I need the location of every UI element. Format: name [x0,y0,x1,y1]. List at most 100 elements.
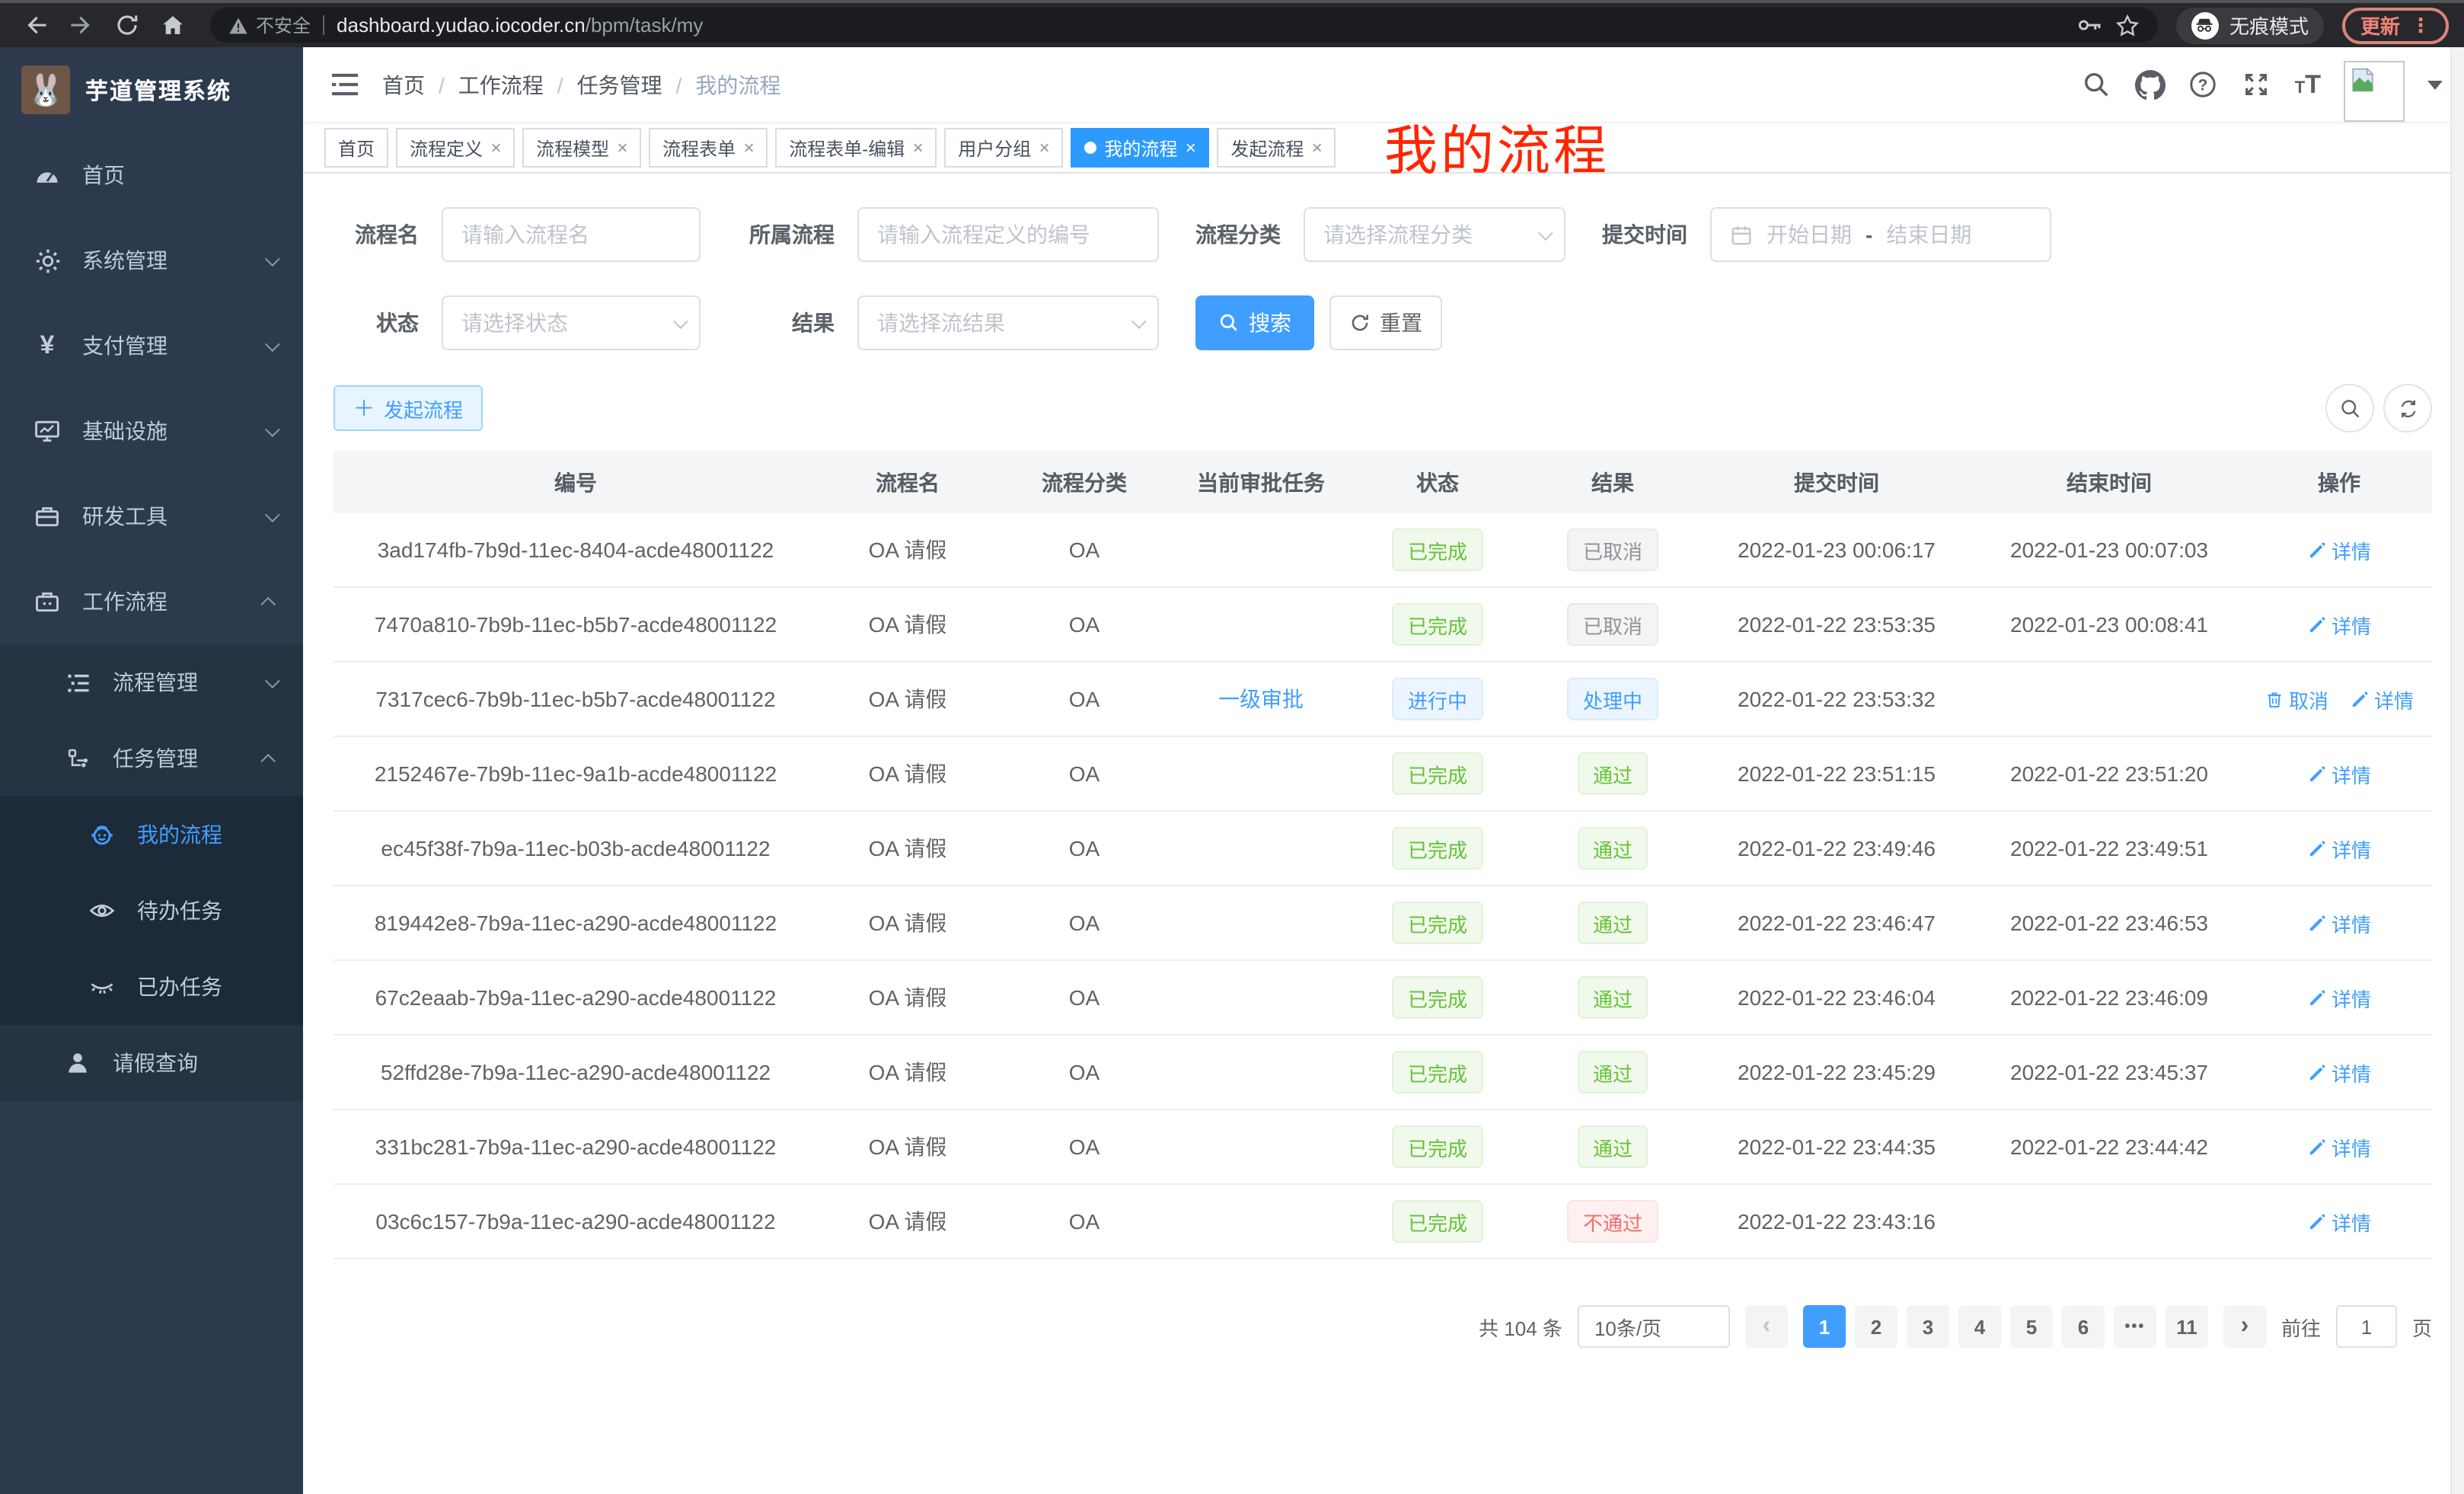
brand-title: 芋道管理系统 [85,74,231,106]
sidebar-item-system[interactable]: 系统管理 [0,218,303,303]
tab[interactable]: 流程表单-编辑× [775,128,937,168]
goto-page-input[interactable] [2336,1305,2397,1348]
page-url[interactable]: dashboard.yudao.iocoder.cn/bpm/task/my [337,14,703,37]
refresh-table-button[interactable] [2383,384,2432,433]
chrome-update-button[interactable]: 更新 ⋮ [2342,7,2449,43]
page-number-button[interactable]: 6 [2062,1305,2105,1348]
breadcrumb-item[interactable]: 任务管理 [577,69,662,100]
browser-reload-icon[interactable] [107,7,146,43]
reset-button[interactable]: 重置 [1329,295,1442,350]
tab-close-icon[interactable]: × [617,139,627,157]
search-button[interactable]: 搜索 [1195,295,1314,350]
page-number-button[interactable]: 2 [1855,1305,1897,1348]
sidebar-collapse-icon[interactable] [324,65,364,104]
tab-close-icon[interactable]: × [743,139,754,157]
detail-link[interactable]: 详情 [2307,983,2371,1012]
browser-forward-icon[interactable] [61,7,101,43]
fullscreen-icon[interactable] [2242,69,2272,100]
detail-link[interactable]: 详情 [2307,908,2371,937]
cell-status: 已完成 [1351,1110,1524,1183]
page-number-button[interactable]: 4 [1958,1305,2001,1348]
browser-back-icon[interactable] [15,7,55,43]
detail-link[interactable]: 详情 [2307,834,2371,863]
page-number-button[interactable]: 1 [1803,1305,1846,1348]
current-task-link[interactable]: 一级审批 [1218,684,1304,714]
bookmark-star-icon[interactable] [2115,13,2140,37]
brand: 🐰 芋道管理系统 [0,47,303,132]
tab[interactable]: 用户分组× [944,128,1063,168]
page-number-button[interactable]: 5 [2010,1305,2053,1348]
sidebar-item-todo[interactable]: 待办任务 [0,873,303,949]
cell-operations: 详情 [2246,886,2432,959]
detail-link-label: 详情 [2332,610,2371,639]
process-definition-input[interactable] [857,207,1159,262]
cell-category: OA [997,1110,1171,1183]
submit-time-range-picker[interactable]: 开始日期 - 结束日期 [1710,207,2051,262]
table-row: 7317cec6-7b9b-11ec-b5b7-acde48001122OA 请… [334,662,2432,737]
show-search-button[interactable] [2325,384,2374,433]
page-scrollbar[interactable] [2450,47,2464,1494]
result-select[interactable]: 请选择流结果 [857,295,1159,350]
screenshot-stage: 不安全 dashboard.yudao.iocoder.cn/bpm/task/… [0,0,2464,1494]
process-name-input[interactable] [442,207,701,262]
cell-status: 已完成 [1351,886,1524,959]
prev-page-button[interactable]: ‹ [1745,1305,1788,1348]
next-page-button[interactable]: › [2223,1305,2266,1348]
browser-home-icon[interactable] [152,7,192,43]
tab-close-icon[interactable]: × [1311,139,1322,157]
sidebar-item-infra[interactable]: 基础设施 [0,388,303,474]
avatar-dropdown-icon[interactable] [2427,80,2443,89]
sidebar-item-done[interactable]: 已办任务 [0,949,303,1025]
site-warning[interactable]: 不安全 [228,12,311,38]
detail-link[interactable]: 详情 [2307,610,2371,639]
avatar[interactable] [2344,60,2405,121]
tab-close-icon[interactable]: × [1185,139,1195,157]
browser-menu-icon[interactable]: ⋮ [2411,13,2430,37]
detail-link[interactable]: 详情 [2350,685,2414,713]
breadcrumb-item[interactable]: 首页 [382,69,425,100]
page-size-select[interactable]: 10条/页 [1578,1305,1730,1348]
tab[interactable]: 流程模型× [522,128,641,168]
help-icon[interactable]: ? [2188,69,2219,100]
detail-link[interactable]: 详情 [2307,535,2371,564]
status-select[interactable]: 请选择状态 [442,295,701,350]
category-select[interactable]: 请选择流程分类 [1304,207,1566,262]
cell-id: 7317cec6-7b9b-11ec-b5b7-acde48001122 [334,662,818,736]
cell-result: 通过 [1524,886,1701,959]
github-icon[interactable] [2135,69,2166,100]
sidebar-item-task-mgmt[interactable]: 任务管理 [0,720,303,796]
page-number-button[interactable]: 3 [1907,1305,1949,1348]
tab[interactable]: 发起流程× [1217,128,1336,168]
tab[interactable]: 流程定义× [396,128,515,168]
sidebar-item-home[interactable]: 首页 [0,132,303,218]
cell-submit-time: 2022-01-22 23:43:16 [1701,1185,1972,1258]
search-icon[interactable] [2082,69,2112,100]
more-pages-button[interactable]: ••• [2114,1305,2156,1348]
create-process-button[interactable]: ＋ 发起流程 [334,385,483,431]
detail-link[interactable]: 详情 [2307,1132,2371,1161]
tab[interactable]: 流程表单× [649,128,768,168]
tab[interactable]: 首页 [324,128,388,168]
detail-link[interactable]: 详情 [2307,759,2371,788]
sidebar-item-my-process[interactable]: 我的流程 [0,796,303,873]
sidebar-item-workflow[interactable]: 工作流程 [0,559,303,644]
sidebar-item-pay[interactable]: ¥ 支付管理 [0,303,303,388]
breadcrumb-item[interactable]: 工作流程 [458,69,544,100]
sidebar-item-process-mgmt[interactable]: 流程管理 [0,644,303,720]
tab[interactable]: 我的流程× [1071,128,1209,168]
page-number-button[interactable]: 11 [2166,1305,2208,1348]
detail-link[interactable]: 详情 [2307,1058,2371,1087]
broken-image-icon [2350,66,2376,92]
sidebar-item-leave-query[interactable]: 请假查询 [0,1025,303,1101]
detail-link[interactable]: 详情 [2307,1207,2371,1236]
tab-close-icon[interactable]: × [490,139,501,157]
tab-close-icon[interactable]: × [1039,139,1049,157]
cancel-link[interactable]: 取消 [2265,685,2328,713]
cell-current-task [1171,1036,1351,1109]
address-bar[interactable]: 不安全 dashboard.yudao.iocoder.cn/bpm/task/… [210,8,2158,43]
incognito-label: 无痕模式 [2229,11,2309,40]
tab-close-icon[interactable]: × [912,139,923,157]
password-key-icon[interactable] [2077,14,2103,37]
font-size-icon[interactable]: TT [2295,69,2321,100]
sidebar-item-dev[interactable]: 研发工具 [0,474,303,559]
